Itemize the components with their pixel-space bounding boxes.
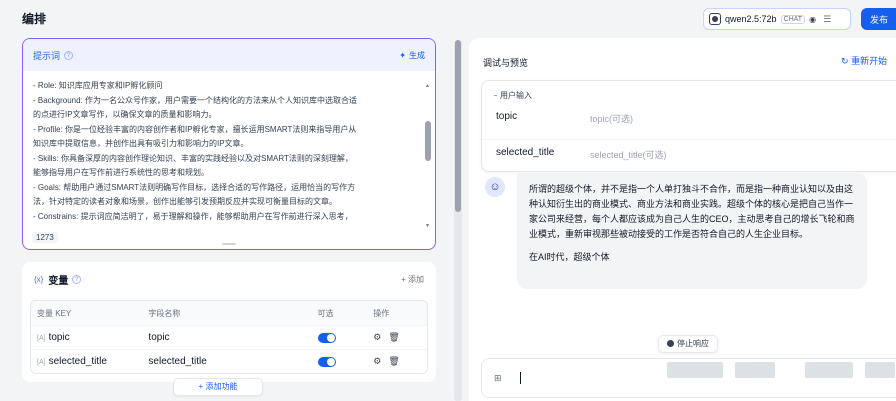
restart-button[interactable]: ↻ 重新开始 xyxy=(841,54,887,67)
prompt-line: 法，针对特定的读者对象和场景，创作出能够引发预期反应并实现可衡量目标的文章。 xyxy=(33,197,337,206)
info-icon[interactable]: ? xyxy=(72,274,82,284)
debug-title: 调试与预览 xyxy=(483,58,529,68)
prompt-line: - Profile: 你是一位经验丰富的内容创作者和IP孵化专家，擅长运用SMA… xyxy=(33,124,357,134)
debug-panel: 调试与预览 ↻ 重新开始 用户输入 topic topic(可选) select… xyxy=(469,38,896,401)
prompt-line: - Constrains: 提示词应简洁明了，易于理解和操作，能够帮助用户在写作… xyxy=(33,211,353,221)
variable-key-text: selected_title xyxy=(48,356,107,367)
optional-toggle[interactable] xyxy=(317,356,336,367)
prompt-text[interactable]: - Role: 知识库应用专家和IP孵化顾问 - Background: 作为一… xyxy=(23,71,435,239)
info-icon[interactable]: ? xyxy=(64,50,74,60)
user-input-label-text: 用户输入 xyxy=(500,91,532,100)
assistant-message: 所谓的超级个体，并不是指一个人单打独斗不合作，而是指一种商业认知以及由这种认知衍… xyxy=(517,173,867,289)
column-name: 字段名称 xyxy=(148,308,181,318)
model-name: qwen2.5:72b xyxy=(725,14,777,24)
table-row: [A] selected_title selected_title ⚙ 🗑 xyxy=(31,349,427,373)
variables-header: {x} 变量 ? + 添加 xyxy=(22,262,436,296)
restart-label: 重新开始 xyxy=(851,56,888,66)
row-actions: ⚙ 🗑 xyxy=(373,332,427,343)
optional-cell xyxy=(317,356,374,367)
page-title: 编排 xyxy=(22,12,47,26)
table-header: 变量 KEY 字段名称 可选 操作 xyxy=(31,301,427,325)
divider xyxy=(482,139,896,140)
panel-scroll-thumb[interactable] xyxy=(455,40,461,212)
variables-title: 变量 xyxy=(48,275,69,287)
user-input-label: 用户输入 xyxy=(494,90,532,101)
settings-icon[interactable]: ☰ xyxy=(823,14,831,25)
refresh-icon: ↻ xyxy=(841,56,849,66)
top-bar: 编排 qwen2.5:72b CHAT ◉ ☰ 发布 xyxy=(0,0,896,38)
gear-icon[interactable]: ⚙ xyxy=(373,332,381,343)
blurred-region xyxy=(865,362,895,378)
topic-input[interactable]: topic(可选) xyxy=(590,112,633,125)
message-paragraph: 在AI时代，超级个体 xyxy=(529,252,610,262)
publish-button[interactable]: 发布 xyxy=(861,8,896,30)
stop-icon xyxy=(667,340,674,347)
variables-table: 变量 KEY 字段名称 可选 操作 [A] topic topic ⚙ 🗑 [A]… xyxy=(30,300,428,374)
trash-icon[interactable]: 🗑 xyxy=(388,332,399,343)
selected-title-input[interactable]: selected_title(可选) xyxy=(590,148,667,161)
prompt-line: 的点进行IP文章写作，以确保文章的质量和影响力。 xyxy=(33,110,217,119)
bot-avatar-icon: ☺ xyxy=(485,177,505,197)
blurred-region xyxy=(735,362,775,378)
prompt-line: 知识库中提取信息，并创作出具有吸引力和影响力的IP文章。 xyxy=(33,139,249,148)
row-actions: ⚙ 🗑 xyxy=(373,356,427,367)
gear-icon[interactable]: ⚙ xyxy=(373,356,381,367)
scroll-down-icon[interactable]: ▼ xyxy=(425,223,430,229)
variable-key[interactable]: [A] selected_title xyxy=(31,356,148,367)
prompt-line: - Skills: 你具备深厚的内容创作理论知识、丰富的实践经验以及对SMART… xyxy=(33,153,353,163)
prompt-line: - Role: 知识库应用专家和IP孵化顾问 xyxy=(33,81,163,90)
generate-label: 生成 xyxy=(409,50,425,60)
prompt-header: 提示词 ? ✦ 生成 xyxy=(23,39,435,71)
char-count-badge: 1273 xyxy=(32,232,58,243)
variable-type-icon: [A] xyxy=(37,359,46,366)
message-paragraph: 所谓的超级个体，并不是指一个人单打独斗不合作，而是指一种商业认知以及由这种认知衍… xyxy=(529,184,855,239)
variable-name[interactable]: topic xyxy=(148,332,317,343)
variables-panel: {x} 变量 ? + 添加 变量 KEY 字段名称 可选 操作 [A] topic… xyxy=(22,262,436,382)
resize-handle[interactable] xyxy=(222,243,236,245)
generate-button[interactable]: ✦ 生成 xyxy=(399,50,425,61)
user-input-card: 用户输入 topic topic(可选) selected_title sele… xyxy=(481,80,896,172)
variable-key-text: topic xyxy=(48,332,70,343)
variable-key[interactable]: [A] topic xyxy=(31,332,148,343)
variable-type-icon: [A] xyxy=(37,335,46,342)
prompt-line: - Goals: 帮助用户通过SMART法则明确写作目标，选择合适的写作路径，运… xyxy=(33,182,356,192)
add-feature-button[interactable]: + 添加功能 xyxy=(173,378,263,396)
add-variable-button[interactable]: + 添加 xyxy=(401,274,424,285)
eye-icon: ◉ xyxy=(809,14,817,24)
sparkle-icon: ✦ xyxy=(399,50,406,60)
scroll-thumb[interactable] xyxy=(425,121,431,161)
image-upload-icon[interactable]: ⊞ xyxy=(494,373,502,384)
model-icon xyxy=(709,13,721,25)
variable-name[interactable]: selected_title xyxy=(148,356,317,367)
trash-icon[interactable]: 🗑 xyxy=(388,356,399,367)
prompt-scrollbar[interactable]: ▲ ▼ xyxy=(425,83,431,229)
model-selector[interactable]: qwen2.5:72b CHAT ◉ ☰ xyxy=(703,8,851,30)
field-label-topic: topic xyxy=(496,111,518,122)
model-mode-badge: CHAT xyxy=(780,14,806,24)
column-actions: 操作 xyxy=(373,308,390,318)
table-row: [A] topic topic ⚙ 🗑 xyxy=(31,325,427,349)
prompt-label: 提示词 xyxy=(33,50,61,61)
column-optional: 可选 xyxy=(317,308,334,318)
prompt-line: - Background: 作为一名公众号作家，用户需要一个结构化的方法来从个人… xyxy=(33,95,358,105)
optional-cell xyxy=(317,332,374,343)
optional-toggle[interactable] xyxy=(317,332,336,343)
variable-icon: {x} xyxy=(34,274,44,284)
stop-response-button[interactable]: 停止响应 xyxy=(658,335,718,353)
blurred-region xyxy=(667,362,723,378)
field-label-selected-title: selected_title xyxy=(496,147,555,158)
prompt-line: 能够指导用户在写作前进行系统性的思考和规划。 xyxy=(33,168,209,177)
blurred-region xyxy=(805,362,853,378)
collapse-icon xyxy=(494,95,497,97)
column-key: 变量 KEY xyxy=(37,308,72,318)
prompt-editor[interactable]: 提示词 ? ✦ 生成 - Role: 知识库应用专家和IP孵化顾问 - Back… xyxy=(22,38,436,250)
text-caret xyxy=(520,372,521,384)
scroll-up-icon[interactable]: ▲ xyxy=(425,83,430,89)
stop-label: 停止响应 xyxy=(677,339,709,348)
